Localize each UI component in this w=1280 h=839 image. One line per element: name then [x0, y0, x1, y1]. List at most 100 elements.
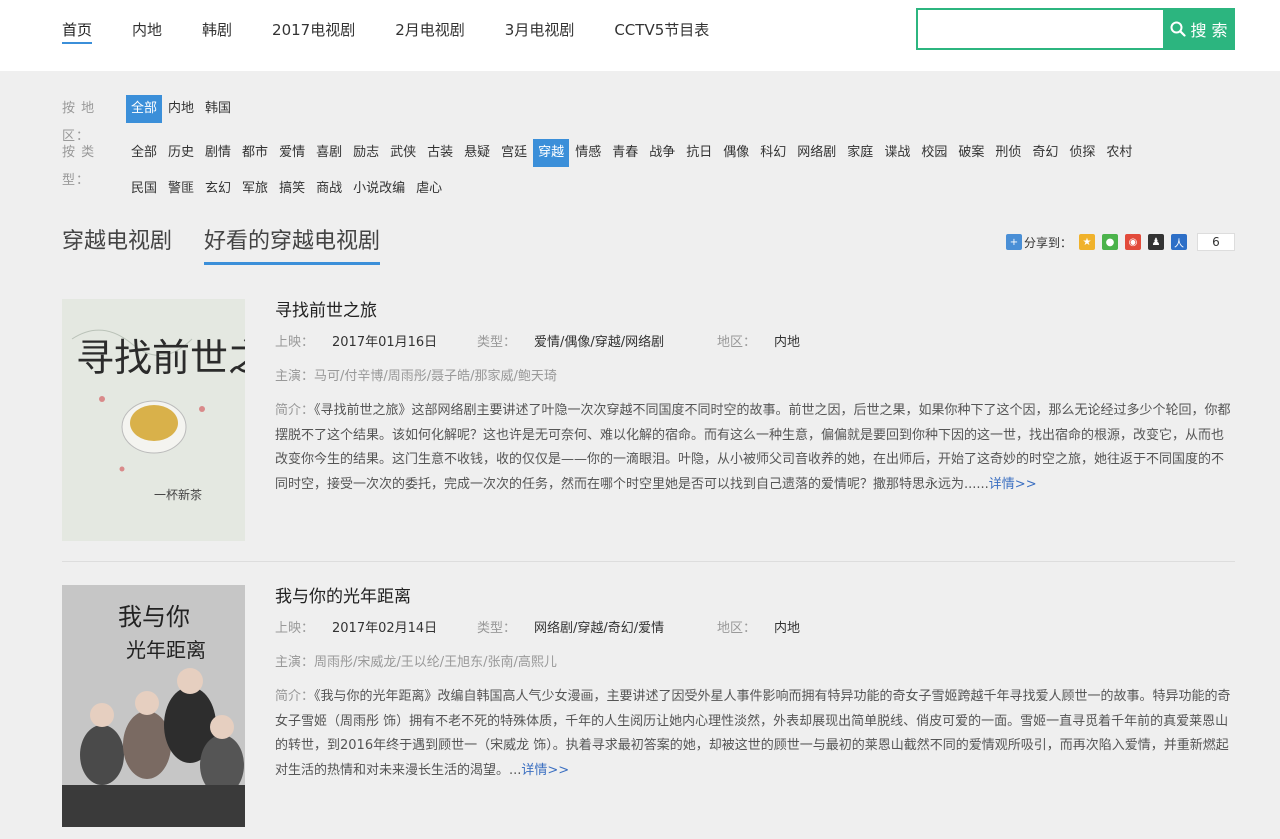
wechat-icon[interactable]: ●: [1102, 234, 1118, 250]
region-filter-label: 按 地 区：: [62, 101, 96, 144]
nav-item-cctv5[interactable]: CCTV5节目表: [614, 14, 709, 44]
poster-image[interactable]: 寻找前世之旅 一杯新茶: [62, 299, 245, 541]
section-heading: 穿越电视剧 好看的穿越电视剧 + 分享到： ★ ● ◉ ♟ 人 6: [62, 225, 1235, 269]
release-label: 上映：: [275, 621, 315, 636]
type-filter-tag[interactable]: 都市: [237, 139, 273, 167]
type-filter-tag[interactable]: 侦探: [1064, 139, 1100, 167]
nav-item-february-tv[interactable]: 2月电视剧: [395, 14, 465, 44]
entry-info: 寻找前世之旅 上映： 2017年01月16日 类型： 爱情/偶像/穿越/网络剧 地区…: [275, 299, 1235, 497]
region-value: 内地: [774, 335, 801, 350]
type-filter-tag[interactable]: 军旅: [237, 175, 273, 203]
renren-icon[interactable]: 人: [1171, 234, 1187, 250]
type-filter-tag[interactable]: 武侠: [385, 139, 421, 167]
share-plus-icon[interactable]: +: [1005, 234, 1022, 250]
type-filter-tag[interactable]: 玄幻: [200, 175, 236, 203]
nav-item-home[interactable]: 首页: [62, 14, 93, 44]
type-filter-tag[interactable]: 情感: [570, 139, 606, 167]
type-filter-tag[interactable]: 刑侦: [990, 139, 1026, 167]
type-filter-tag[interactable]: 喜剧: [311, 139, 347, 167]
poster-2-artwork: 我与你 光年距离: [62, 585, 245, 827]
type-filter-tag[interactable]: 小说改编: [348, 175, 410, 203]
type-filter-tag[interactable]: 爱情: [274, 139, 310, 167]
summary-label: 简介：: [275, 403, 315, 418]
region-filter: 按 地 区： 全部 内地 韩国: [62, 95, 1246, 144]
share-count: 6: [1197, 233, 1235, 251]
type-filter-tag[interactable]: 全部: [126, 139, 162, 167]
actors-line: 主演：周雨彤/宋威龙/王以纶/王旭东/张南/高熙儿: [275, 653, 1235, 673]
summary-text: 《寻找前世之旅》这部网络剧主要讲述了叶隐一次次穿越不同国度不同时空的故事。前世之…: [275, 403, 1231, 492]
type-filter-tag[interactable]: 战争: [644, 139, 680, 167]
svg-text:光年距离: 光年距离: [126, 639, 206, 662]
region-value: 内地: [774, 621, 801, 636]
entry-title[interactable]: 寻找前世之旅: [275, 299, 1235, 323]
entry-meta: 上映： 2017年02月14日 类型： 网络剧/穿越/奇幻/爱情 地区： 内地: [275, 619, 1235, 639]
nav-item-2017-tv[interactable]: 2017电视剧: [272, 14, 355, 44]
type-filter-tag[interactable]: 网络剧: [792, 139, 841, 167]
summary-label: 简介：: [275, 689, 315, 704]
poster-1-artwork: 寻找前世之旅 一杯新茶: [62, 299, 245, 541]
actors-label: 主演：: [275, 655, 315, 670]
nav-item-mainland[interactable]: 内地: [132, 14, 162, 44]
region-label: 地区：: [717, 621, 757, 636]
nav-item-korean-drama[interactable]: 韩剧: [202, 14, 232, 44]
type-filter-tag[interactable]: 校园: [916, 139, 952, 167]
type-filter-tag[interactable]: 青春: [607, 139, 643, 167]
type-filter-label: 按 类 型：: [62, 145, 96, 188]
type-filter-tag[interactable]: 剧情: [200, 139, 236, 167]
entry-meta: 上映： 2017年01月16日 类型： 爱情/偶像/穿越/网络剧 地区： 内地: [275, 333, 1235, 353]
summary: 简介：《我与你的光年距离》改编自韩国高人气少女漫画，主要讲述了因受外星人事件影响…: [275, 685, 1235, 783]
weibo-icon[interactable]: ◉: [1125, 234, 1141, 250]
region-filter-tag[interactable]: 内地: [163, 95, 199, 123]
details-link[interactable]: 详情>>: [989, 477, 1037, 492]
svg-text:一杯新茶: 一杯新茶: [154, 487, 202, 502]
type-filter-items: 全部 历史 剧情 都市 爱情 喜剧 励志 武侠 古装 悬疑 宫廷 穿越 情感 青春 战争 抗日 偶像 科幻 网络剧家…: [126, 139, 1166, 211]
actors-label: 主演：: [275, 369, 315, 384]
main-nav: 首页 内地 韩剧 2017电视剧 2月电视剧 3月电视剧 CCTV5节目表: [62, 0, 749, 58]
type-filter-tag[interactable]: 奇幻: [1027, 139, 1063, 167]
summary-text: 《我与你的光年距离》改编自韩国高人气少女漫画，主要讲述了因受外星人事件影响而拥有…: [275, 689, 1231, 778]
type-filter-tag[interactable]: 破案: [953, 139, 989, 167]
type-filter-tag[interactable]: 家庭: [842, 139, 878, 167]
search-box: [916, 8, 1163, 50]
type-filter-tag[interactable]: 民国: [126, 175, 162, 203]
type-filter-tag[interactable]: 宫廷: [496, 139, 532, 167]
type-filter-tag[interactable]: 虐心: [411, 175, 447, 203]
poster-image[interactable]: 我与你 光年距离: [62, 585, 245, 827]
divider: [62, 561, 1235, 562]
section-title-tab[interactable]: 穿越电视剧: [62, 225, 172, 265]
qzone-icon[interactable]: ★: [1079, 234, 1095, 250]
search-button-label: 搜 索: [1190, 21, 1228, 40]
region-filter-tag[interactable]: 全部: [126, 95, 163, 123]
actors-value: 周雨彤/宋威龙/王以纶/王旭东/张南/高熙儿: [314, 655, 557, 670]
qq-icon[interactable]: ♟: [1148, 234, 1164, 250]
search-input[interactable]: [918, 10, 1163, 48]
type-filter-tag[interactable]: 偶像: [718, 139, 754, 167]
type-filter-tag[interactable]: 抗日: [681, 139, 717, 167]
type-filter-tag[interactable]: 搞笑: [274, 175, 310, 203]
details-link[interactable]: 详情>>: [521, 763, 569, 778]
section-title-active-tab[interactable]: 好看的穿越电视剧: [204, 225, 381, 265]
type-filter-tag[interactable]: 悬疑: [459, 139, 495, 167]
genre-label: 类型：: [477, 621, 517, 636]
type-filter-tag[interactable]: 历史: [163, 139, 199, 167]
type-filter-tag[interactable]: 谍战: [879, 139, 915, 167]
entry-title[interactable]: 我与你的光年距离: [275, 585, 1235, 609]
svg-text:寻找前世之旅: 寻找前世之旅: [76, 338, 245, 380]
nav-item-march-tv[interactable]: 3月电视剧: [505, 14, 575, 44]
region-filter-items: 全部 内地 韩国: [126, 95, 1246, 131]
region-filter-tag[interactable]: 韩国: [200, 95, 236, 123]
top-bar: 首页 内地 韩剧 2017电视剧 2月电视剧 3月电视剧 CCTV5节目表 搜 …: [0, 0, 1280, 71]
share-label: 分享到：: [1023, 235, 1072, 250]
search-button[interactable]: 搜 索: [1163, 8, 1235, 50]
release-date: 2017年02月14日: [332, 621, 438, 636]
genre-value: 爱情/偶像/穿越/网络剧: [534, 335, 665, 350]
type-filter: 按 类 型： 全部 历史 剧情 都市 爱情 喜剧 励志 武侠 古装 悬疑 宫廷 穿越 情感 青春 战争 抗日偶…: [62, 139, 1166, 211]
type-filter-tag[interactable]: 科幻: [755, 139, 791, 167]
type-filter-tag[interactable]: 励志: [348, 139, 384, 167]
type-filter-tag[interactable]: 警匪: [163, 175, 199, 203]
type-filter-tag[interactable]: 商战: [311, 175, 347, 203]
type-filter-tag[interactable]: 穿越: [533, 139, 570, 167]
actors-line: 主演：马可/付辛博/周雨彤/聂子皓/那家威/鲍天琦: [275, 367, 1235, 387]
type-filter-tag[interactable]: 农村: [1101, 139, 1137, 167]
type-filter-tag[interactable]: 古装: [422, 139, 458, 167]
